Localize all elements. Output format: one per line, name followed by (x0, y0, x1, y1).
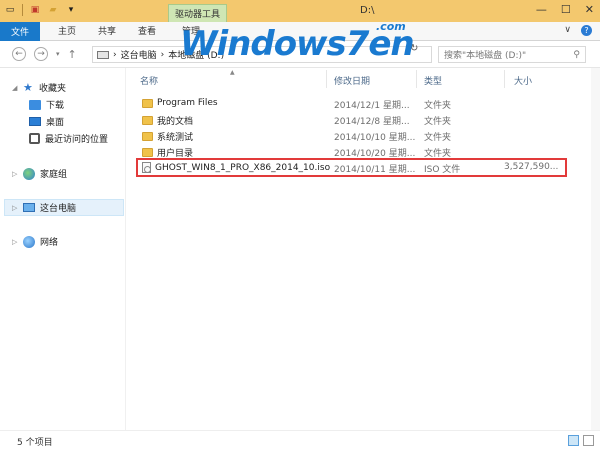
sort-ascending-icon: ▲ (230, 69, 235, 76)
file-type: 文件夹 (424, 117, 452, 127)
file-name: 系统测试 (157, 133, 194, 143)
folder-icon (142, 116, 153, 125)
navigation-pane: ◢ ★ 收藏夹 下载 桌面 最近访问的位置 ▷ 家庭组 ▷ 这台电脑 ▷ 网络 (0, 68, 126, 430)
forward-button[interactable]: → (34, 47, 48, 61)
file-row-folder[interactable]: 用户目录 2014/10/20 星期... 文件夹 (138, 144, 568, 159)
nav-label: 收藏夹 (39, 84, 67, 94)
status-bar: 5 个项目 (0, 430, 600, 450)
toolbar-divider (22, 4, 23, 16)
file-list-pane: ▲ 名称 修改日期 类型 大小 Program Files 2014/12/1 … (126, 68, 600, 430)
desktop-icon (29, 117, 41, 126)
nav-label: 桌面 (46, 118, 65, 128)
logo-domain: .com (376, 20, 406, 33)
nav-label: 这台电脑 (40, 204, 77, 214)
windows7en-watermark-logo: Windows7en .com (180, 8, 430, 68)
breadcrumb-sep-icon: › (113, 49, 117, 60)
item-count: 5 个项目 (17, 438, 53, 448)
nav-this-pc[interactable]: ▷ 这台电脑 (4, 199, 124, 216)
tab-file[interactable]: 文件 (0, 22, 40, 41)
annotation-highlight-box (136, 158, 567, 177)
window-controls: — ☐ ✕ (536, 3, 594, 16)
tab-view[interactable]: 查看 (138, 24, 156, 37)
search-box[interactable]: 搜索"本地磁盘 (D:)" ⚲ (438, 46, 586, 63)
recent-places-icon (29, 133, 40, 144)
nav-desktop[interactable]: 桌面 (29, 115, 64, 128)
file-date: 2014/10/10 星期... (334, 133, 416, 143)
breadcrumb-sep-icon: › (160, 49, 165, 60)
nav-label: 最近访问的位置 (45, 135, 109, 145)
expand-chevron-icon[interactable]: ▷ (12, 238, 18, 246)
file-name: Program Files (157, 98, 218, 108)
network-icon (23, 235, 35, 248)
vertical-scrollbar[interactable] (591, 68, 600, 430)
view-switcher (568, 435, 594, 446)
properties-icon[interactable]: ▣ (29, 4, 41, 16)
drive-icon (97, 50, 109, 59)
details-view-icon[interactable] (568, 435, 579, 446)
search-icon: ⚲ (573, 49, 580, 60)
file-row-folder[interactable]: 我的文档 2014/12/8 星期... 文件夹 (138, 112, 568, 127)
nav-homegroup[interactable]: ▷ 家庭组 (12, 167, 67, 180)
file-type: 文件夹 (424, 101, 452, 111)
file-row-folder[interactable]: Program Files 2014/12/1 星期... 文件夹 (138, 96, 568, 111)
drive-icon[interactable]: ▭ (4, 4, 16, 16)
column-divider[interactable] (416, 70, 417, 88)
maximize-button[interactable]: ☐ (561, 3, 571, 16)
quick-access-toolbar: ▭ ▣ ▰ ▾ (4, 4, 77, 16)
file-name: 我的文档 (157, 117, 194, 127)
main-area: ◢ ★ 收藏夹 下载 桌面 最近访问的位置 ▷ 家庭组 ▷ 这台电脑 ▷ 网络 … (0, 68, 600, 430)
folder-icon (142, 148, 153, 157)
tab-share[interactable]: 共享 (98, 24, 116, 37)
large-icons-view-icon[interactable] (583, 435, 594, 446)
new-folder-icon[interactable]: ▰ (47, 4, 59, 16)
nav-label: 家庭组 (40, 170, 68, 180)
close-button[interactable]: ✕ (585, 3, 594, 16)
back-button[interactable]: ← (12, 47, 26, 61)
breadcrumb-this-pc[interactable]: 这台电脑 (121, 48, 157, 61)
nav-downloads[interactable]: 下载 (29, 98, 64, 111)
nav-label: 下载 (46, 101, 65, 111)
file-date: 2014/12/1 星期... (334, 101, 410, 111)
column-header-date[interactable]: 修改日期 (334, 74, 370, 87)
recent-locations-icon[interactable]: ▾ (56, 50, 60, 58)
minimize-button[interactable]: — (536, 3, 547, 16)
folder-icon (142, 98, 153, 108)
nav-label: 网络 (40, 238, 59, 248)
up-button[interactable]: ↑ (68, 48, 77, 61)
file-type: 文件夹 (424, 133, 452, 143)
downloads-folder-icon (29, 99, 41, 110)
column-header-size[interactable]: 大小 (514, 74, 532, 87)
nav-recent-places[interactable]: 最近访问的位置 (29, 132, 108, 145)
file-row-folder[interactable]: 系统测试 2014/10/10 星期... 文件夹 (138, 128, 568, 143)
homegroup-icon (23, 167, 35, 180)
column-header-type[interactable]: 类型 (424, 74, 442, 87)
dropdown-icon[interactable]: ▾ (65, 4, 77, 16)
column-divider[interactable] (326, 70, 327, 88)
help-icon[interactable]: ? (581, 25, 592, 36)
search-input[interactable]: 搜索"本地磁盘 (D:)" (444, 48, 526, 61)
column-header-name[interactable]: 名称 (140, 74, 158, 87)
expand-chevron-icon[interactable]: ▷ (12, 170, 18, 178)
folder-icon (142, 132, 153, 141)
nav-network[interactable]: ▷ 网络 (12, 235, 58, 248)
tab-home[interactable]: 主页 (58, 24, 76, 37)
collapse-chevron-icon[interactable]: ◢ (12, 84, 18, 92)
computer-icon (23, 203, 35, 212)
file-date: 2014/12/8 星期... (334, 117, 410, 127)
expand-chevron-icon[interactable]: ▷ (12, 204, 18, 212)
nav-favorites[interactable]: ◢ ★ 收藏夹 (12, 81, 66, 94)
expand-ribbon-icon[interactable]: ∨ (564, 25, 571, 36)
star-icon: ★ (23, 81, 33, 94)
column-divider[interactable] (504, 70, 505, 88)
